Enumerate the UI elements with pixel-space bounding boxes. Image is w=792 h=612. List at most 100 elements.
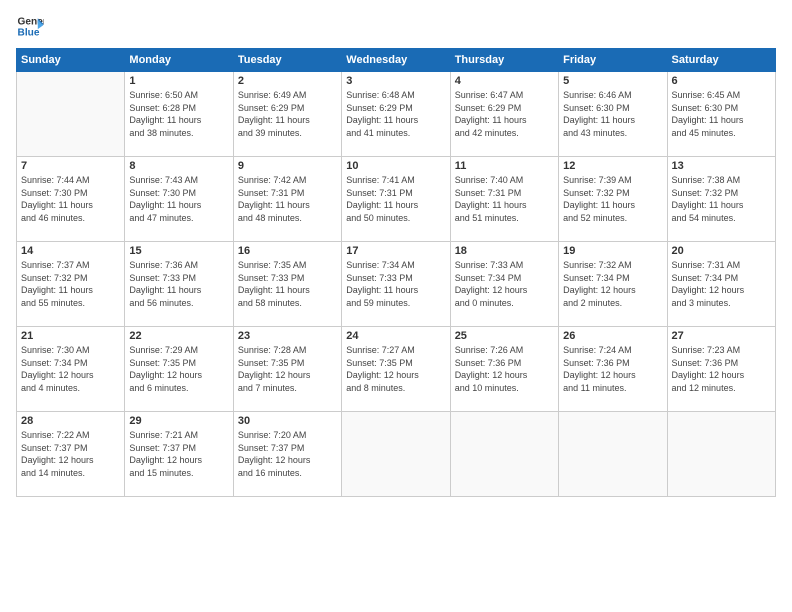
cell-content: Sunrise: 7:42 AM Sunset: 7:31 PM Dayligh… bbox=[238, 174, 337, 224]
calendar-cell: 26Sunrise: 7:24 AM Sunset: 7:36 PM Dayli… bbox=[559, 327, 667, 412]
day-number: 14 bbox=[21, 245, 120, 257]
cell-content: Sunrise: 6:50 AM Sunset: 6:28 PM Dayligh… bbox=[129, 89, 228, 139]
day-number: 30 bbox=[238, 415, 337, 427]
cell-content: Sunrise: 7:32 AM Sunset: 7:34 PM Dayligh… bbox=[563, 259, 662, 309]
weekday-header-thursday: Thursday bbox=[450, 49, 558, 72]
calendar-cell: 16Sunrise: 7:35 AM Sunset: 7:33 PM Dayli… bbox=[233, 242, 341, 327]
weekday-header-saturday: Saturday bbox=[667, 49, 775, 72]
day-number: 15 bbox=[129, 245, 228, 257]
cell-content: Sunrise: 7:27 AM Sunset: 7:35 PM Dayligh… bbox=[346, 344, 445, 394]
calendar-cell bbox=[667, 412, 775, 497]
calendar-cell bbox=[450, 412, 558, 497]
cell-content: Sunrise: 6:45 AM Sunset: 6:30 PM Dayligh… bbox=[672, 89, 771, 139]
cell-content: Sunrise: 7:30 AM Sunset: 7:34 PM Dayligh… bbox=[21, 344, 120, 394]
cell-content: Sunrise: 7:31 AM Sunset: 7:34 PM Dayligh… bbox=[672, 259, 771, 309]
calendar-cell: 28 Sunrise: 7:22 AM Sunset: 7:37 PM Dayli… bbox=[17, 412, 125, 497]
header: General Blue bbox=[16, 12, 776, 40]
weekday-header-row: SundayMondayTuesdayWednesdayThursdayFrid… bbox=[17, 49, 776, 72]
calendar-week-2: 7 Sunrise: 7:44 AM Sunset: 7:30 PM Daylig… bbox=[17, 157, 776, 242]
logo: General Blue bbox=[16, 12, 44, 40]
calendar-cell: 5 Sunrise: 6:46 AM Sunset: 6:30 PM Daylig… bbox=[559, 72, 667, 157]
calendar-cell: 23 Sunrise: 7:28 AM Sunset: 7:35 PM Dayli… bbox=[233, 327, 341, 412]
day-number: 5 bbox=[563, 75, 662, 87]
calendar-cell: 17Sunrise: 7:34 AM Sunset: 7:33 PM Dayli… bbox=[342, 242, 450, 327]
calendar-cell: 11 Sunrise: 7:40 AM Sunset: 7:31 PM Dayli… bbox=[450, 157, 558, 242]
day-number: 19 bbox=[563, 245, 662, 257]
day-number: 2 bbox=[238, 75, 337, 87]
cell-content: Sunrise: 7:35 AM Sunset: 7:33 PM Dayligh… bbox=[238, 259, 337, 309]
calendar-cell: 10 Sunrise: 7:41 AM Sunset: 7:31 PM Dayli… bbox=[342, 157, 450, 242]
day-number: 20 bbox=[672, 245, 771, 257]
day-number: 6 bbox=[672, 75, 771, 87]
logo-icon: General Blue bbox=[16, 12, 44, 40]
day-number: 12 bbox=[563, 160, 662, 172]
cell-content: Sunrise: 7:26 AM Sunset: 7:36 PM Dayligh… bbox=[455, 344, 554, 394]
day-number: 9 bbox=[238, 160, 337, 172]
day-number: 29 bbox=[129, 415, 228, 427]
cell-content: Sunrise: 7:28 AM Sunset: 7:35 PM Dayligh… bbox=[238, 344, 337, 394]
day-number: 24 bbox=[346, 330, 445, 342]
cell-content: Sunrise: 7:22 AM Sunset: 7:37 PM Dayligh… bbox=[21, 429, 120, 479]
calendar-cell: 20 Sunrise: 7:31 AM Sunset: 7:34 PM Dayli… bbox=[667, 242, 775, 327]
calendar-cell: 21 Sunrise: 7:30 AM Sunset: 7:34 PM Dayli… bbox=[17, 327, 125, 412]
day-number: 25 bbox=[455, 330, 554, 342]
calendar-cell: 12Sunrise: 7:39 AM Sunset: 7:32 PM Dayli… bbox=[559, 157, 667, 242]
day-number: 10 bbox=[346, 160, 445, 172]
calendar-cell: 7 Sunrise: 7:44 AM Sunset: 7:30 PM Daylig… bbox=[17, 157, 125, 242]
cell-content: Sunrise: 7:38 AM Sunset: 7:32 PM Dayligh… bbox=[672, 174, 771, 224]
day-number: 3 bbox=[346, 75, 445, 87]
calendar-cell: 2 Sunrise: 6:49 AM Sunset: 6:29 PM Daylig… bbox=[233, 72, 341, 157]
calendar-cell: 25 Sunrise: 7:26 AM Sunset: 7:36 PM Dayli… bbox=[450, 327, 558, 412]
weekday-header-friday: Friday bbox=[559, 49, 667, 72]
cell-content: Sunrise: 7:37 AM Sunset: 7:32 PM Dayligh… bbox=[21, 259, 120, 309]
cell-content: Sunrise: 7:43 AM Sunset: 7:30 PM Dayligh… bbox=[129, 174, 228, 224]
day-number: 11 bbox=[455, 160, 554, 172]
calendar-cell: 6 Sunrise: 6:45 AM Sunset: 6:30 PM Daylig… bbox=[667, 72, 775, 157]
day-number: 23 bbox=[238, 330, 337, 342]
cell-content: Sunrise: 6:46 AM Sunset: 6:30 PM Dayligh… bbox=[563, 89, 662, 139]
cell-content: Sunrise: 7:44 AM Sunset: 7:30 PM Dayligh… bbox=[21, 174, 120, 224]
day-number: 1 bbox=[129, 75, 228, 87]
day-number: 21 bbox=[21, 330, 120, 342]
calendar-week-1: 1 Sunrise: 6:50 AM Sunset: 6:28 PM Daylig… bbox=[17, 72, 776, 157]
day-number: 8 bbox=[129, 160, 228, 172]
day-number: 7 bbox=[21, 160, 120, 172]
calendar-cell: 22 Sunrise: 7:29 AM Sunset: 7:35 PM Dayli… bbox=[125, 327, 233, 412]
cell-content: Sunrise: 7:20 AM Sunset: 7:37 PM Dayligh… bbox=[238, 429, 337, 479]
cell-content: Sunrise: 7:29 AM Sunset: 7:35 PM Dayligh… bbox=[129, 344, 228, 394]
svg-text:Blue: Blue bbox=[18, 27, 40, 38]
calendar-week-5: 28 Sunrise: 7:22 AM Sunset: 7:37 PM Dayli… bbox=[17, 412, 776, 497]
cell-content: Sunrise: 7:40 AM Sunset: 7:31 PM Dayligh… bbox=[455, 174, 554, 224]
day-number: 26 bbox=[563, 330, 662, 342]
calendar-cell: 29 Sunrise: 7:21 AM Sunset: 7:37 PM Dayli… bbox=[125, 412, 233, 497]
cell-content: Sunrise: 7:41 AM Sunset: 7:31 PM Dayligh… bbox=[346, 174, 445, 224]
day-number: 22 bbox=[129, 330, 228, 342]
cell-content: Sunrise: 6:49 AM Sunset: 6:29 PM Dayligh… bbox=[238, 89, 337, 139]
cell-content: Sunrise: 7:21 AM Sunset: 7:37 PM Dayligh… bbox=[129, 429, 228, 479]
day-number: 28 bbox=[21, 415, 120, 427]
weekday-header-wednesday: Wednesday bbox=[342, 49, 450, 72]
day-number: 17 bbox=[346, 245, 445, 257]
calendar-cell: 19 Sunrise: 7:32 AM Sunset: 7:34 PM Dayli… bbox=[559, 242, 667, 327]
calendar-cell: 13 Sunrise: 7:38 AM Sunset: 7:32 PM Dayli… bbox=[667, 157, 775, 242]
calendar-cell: 8 Sunrise: 7:43 AM Sunset: 7:30 PM Daylig… bbox=[125, 157, 233, 242]
calendar-cell: 15Sunrise: 7:36 AM Sunset: 7:33 PM Dayli… bbox=[125, 242, 233, 327]
calendar-week-4: 21 Sunrise: 7:30 AM Sunset: 7:34 PM Dayli… bbox=[17, 327, 776, 412]
calendar-cell: 18Sunrise: 7:33 AM Sunset: 7:34 PM Dayli… bbox=[450, 242, 558, 327]
calendar-cell bbox=[17, 72, 125, 157]
calendar-cell: 3 Sunrise: 6:48 AM Sunset: 6:29 PM Daylig… bbox=[342, 72, 450, 157]
calendar-week-3: 14 Sunrise: 7:37 AM Sunset: 7:32 PM Dayli… bbox=[17, 242, 776, 327]
weekday-header-tuesday: Tuesday bbox=[233, 49, 341, 72]
day-number: 13 bbox=[672, 160, 771, 172]
calendar-cell: 1 Sunrise: 6:50 AM Sunset: 6:28 PM Daylig… bbox=[125, 72, 233, 157]
page: General Blue SundayMondayTuesdayWednesda… bbox=[0, 0, 792, 612]
cell-content: Sunrise: 7:23 AM Sunset: 7:36 PM Dayligh… bbox=[672, 344, 771, 394]
cell-content: Sunrise: 6:48 AM Sunset: 6:29 PM Dayligh… bbox=[346, 89, 445, 139]
weekday-header-sunday: Sunday bbox=[17, 49, 125, 72]
calendar-cell: 14 Sunrise: 7:37 AM Sunset: 7:32 PM Dayli… bbox=[17, 242, 125, 327]
calendar-cell: 27Sunrise: 7:23 AM Sunset: 7:36 PM Dayli… bbox=[667, 327, 775, 412]
calendar-cell: 30 Sunrise: 7:20 AM Sunset: 7:37 PM Dayli… bbox=[233, 412, 341, 497]
weekday-header-monday: Monday bbox=[125, 49, 233, 72]
calendar-cell: 4Sunrise: 6:47 AM Sunset: 6:29 PM Daylig… bbox=[450, 72, 558, 157]
calendar-cell: 9 Sunrise: 7:42 AM Sunset: 7:31 PM Daylig… bbox=[233, 157, 341, 242]
